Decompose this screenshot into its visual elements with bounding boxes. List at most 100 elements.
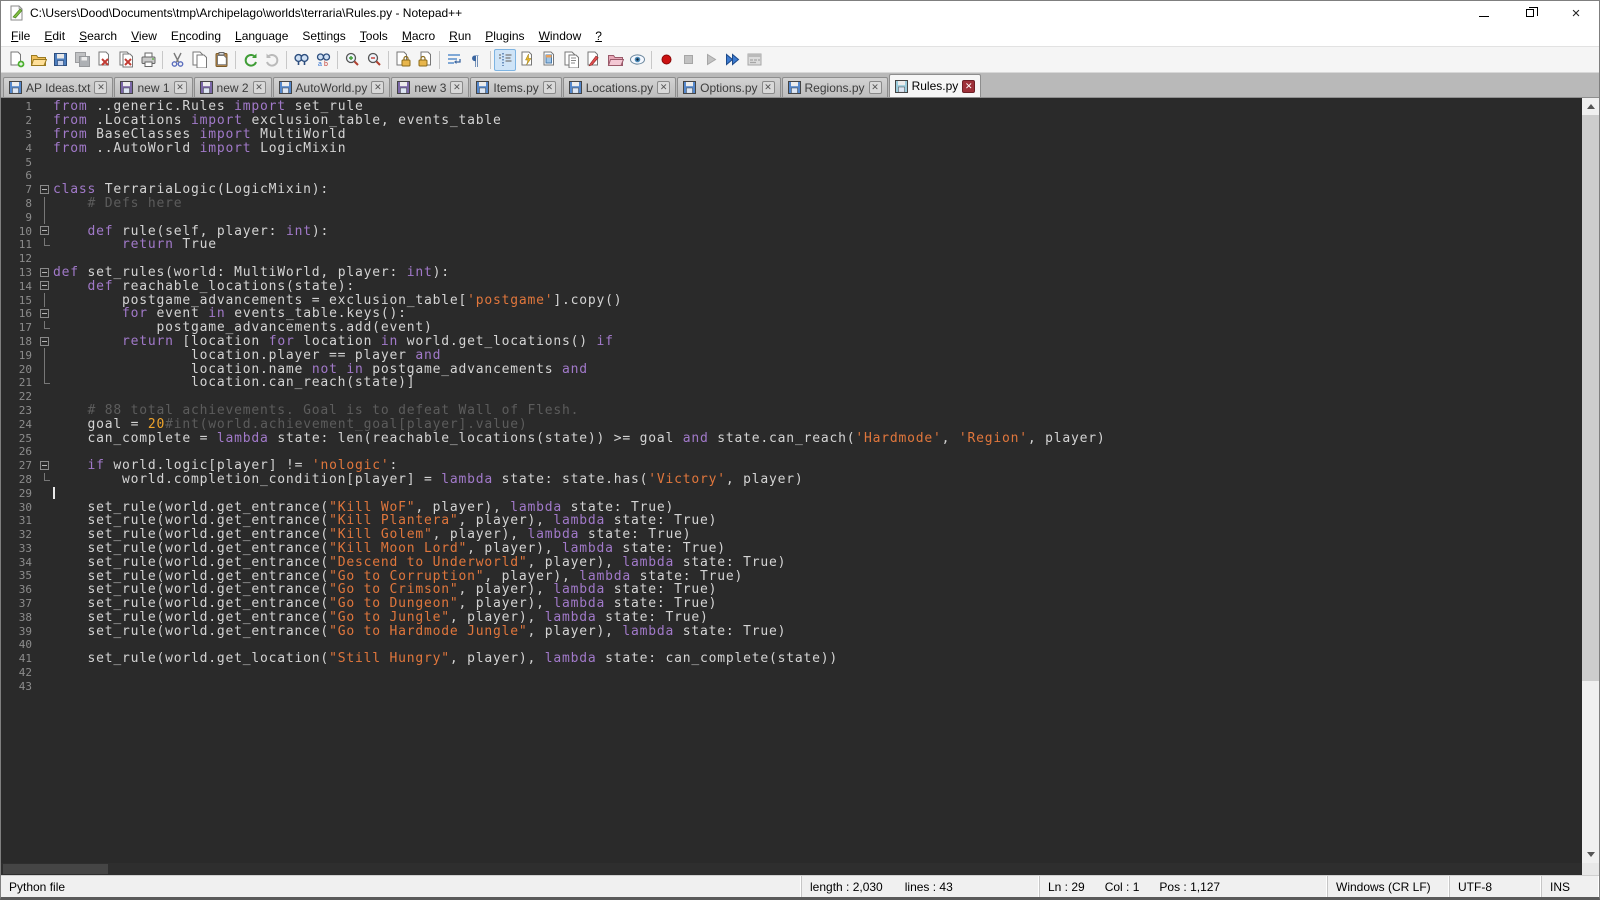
menu-run[interactable]: Run [442, 27, 478, 45]
zoom-out-button[interactable] [363, 49, 385, 71]
tab-new-3[interactable]: new 3✕ [391, 77, 469, 97]
fold-collapse-icon[interactable] [40, 268, 49, 277]
code-line-3[interactable]: 3from BaseClasses import MultiWorld [1, 128, 1582, 142]
indent-guide-button[interactable] [494, 49, 516, 71]
fold-margin[interactable] [37, 335, 53, 349]
tab-regions-py[interactable]: Regions.py✕ [782, 77, 888, 97]
undo-button[interactable] [239, 49, 261, 71]
code-line-14[interactable]: 14 def reachable_locations(state): [1, 279, 1582, 293]
restore-button[interactable] [1507, 1, 1553, 25]
code-line-34[interactable]: 34 set_rule(world.get_entrance("Descend … [1, 555, 1582, 569]
close-button[interactable]: × [1553, 1, 1599, 25]
tab-close-icon[interactable]: ✕ [869, 81, 882, 94]
vertical-scrollbar[interactable] [1582, 98, 1599, 863]
word-wrap-button[interactable] [443, 49, 465, 71]
function-list-button[interactable] [516, 49, 538, 71]
macro-record-button[interactable] [655, 49, 677, 71]
save-all-button[interactable] [71, 49, 93, 71]
print-button[interactable] [137, 49, 159, 71]
tab-close-icon[interactable]: ✕ [450, 81, 463, 94]
show-all-characters-button[interactable]: ¶ [465, 49, 487, 71]
fold-collapse-icon[interactable] [40, 226, 49, 235]
close-file-button[interactable] [93, 49, 115, 71]
code-line-8[interactable]: 8 # Defs here [1, 197, 1582, 211]
scroll-up-arrow[interactable] [1582, 98, 1599, 115]
menu-edit[interactable]: Edit [37, 27, 72, 45]
tab-new-2[interactable]: new 2✕ [194, 77, 272, 97]
fold-margin[interactable] [37, 224, 53, 238]
cut-button[interactable] [166, 49, 188, 71]
code-line-22[interactable]: 22 [1, 390, 1582, 404]
code-line-2[interactable]: 2from .Locations import exclusion_table,… [1, 114, 1582, 128]
minimize-button[interactable] [1461, 1, 1507, 25]
tab-items-py[interactable]: Items.py✕ [470, 77, 561, 97]
code-line-6[interactable]: 6 [1, 169, 1582, 183]
code-line-28[interactable]: 28 world.completion_condition[player] = … [1, 473, 1582, 487]
code-line-4[interactable]: 4from ..AutoWorld import LogicMixin [1, 141, 1582, 155]
fold-margin[interactable] [37, 266, 53, 280]
horizontal-scrollbar[interactable] [1, 863, 1582, 875]
horizontal-scrollbar-thumb[interactable] [3, 864, 108, 874]
tab-close-icon[interactable]: ✕ [253, 81, 266, 94]
sync-vertical-scroll-button[interactable] [392, 49, 414, 71]
macro-play-button[interactable] [699, 49, 721, 71]
menu-search[interactable]: Search [72, 27, 124, 45]
tab-close-icon[interactable]: ✕ [371, 81, 384, 94]
tab-close-icon[interactable]: ✕ [762, 81, 775, 94]
menu-tools[interactable]: Tools [353, 27, 395, 45]
macro-save-button[interactable] [743, 49, 765, 71]
code-line-11[interactable]: 11 return True [1, 238, 1582, 252]
tab-autoworld-py[interactable]: AutoWorld.py✕ [273, 77, 391, 97]
monitoring-button[interactable] [626, 49, 648, 71]
vertical-scrollbar-thumb[interactable] [1582, 115, 1599, 681]
code-line-16[interactable]: 16 for event in events_table.keys(): [1, 307, 1582, 321]
tab-close-icon[interactable]: ✕ [94, 81, 107, 94]
status-insert-mode[interactable]: INS [1542, 876, 1599, 897]
code-line-42[interactable]: 42 [1, 666, 1582, 680]
zoom-in-button[interactable] [341, 49, 363, 71]
redo-button[interactable] [261, 49, 283, 71]
code-line-9[interactable]: 9 [1, 210, 1582, 224]
code-line-27[interactable]: 27 if world.logic[player] != 'nologic': [1, 459, 1582, 473]
copy-button[interactable] [188, 49, 210, 71]
code-line-15[interactable]: 15 postgame_advancements = exclusion_tab… [1, 293, 1582, 307]
tab-new-1[interactable]: new 1✕ [114, 77, 192, 97]
code-line-18[interactable]: 18 return [location for location in worl… [1, 335, 1582, 349]
tab-options-py[interactable]: Options.py✕ [677, 77, 780, 97]
code-line-24[interactable]: 24 goal = 20#int(world.achievement_goal[… [1, 417, 1582, 431]
menu-plugins[interactable]: Plugins [478, 27, 531, 45]
find-button[interactable] [290, 49, 312, 71]
fold-margin[interactable] [37, 307, 53, 321]
tab-close-icon[interactable]: ✕ [962, 80, 975, 93]
fold-collapse-icon[interactable] [40, 281, 49, 290]
code-line-26[interactable]: 26 [1, 445, 1582, 459]
close-all-button[interactable] [115, 49, 137, 71]
open-file-button[interactable] [27, 49, 49, 71]
code-line-7[interactable]: 7class TerrariaLogic(LogicMixin): [1, 183, 1582, 197]
code-line-29[interactable]: 29 [1, 486, 1582, 500]
tab-ap-ideas-txt[interactable]: AP Ideas.txt✕ [3, 77, 113, 97]
code-view[interactable]: 1from ..generic.Rules import set_rule2fr… [1, 98, 1582, 863]
code-line-31[interactable]: 31 set_rule(world.get_entrance("Kill Pla… [1, 514, 1582, 528]
tab-locations-py[interactable]: Locations.py✕ [563, 77, 676, 97]
code-line-10[interactable]: 10 def rule(self, player: int): [1, 224, 1582, 238]
code-line-36[interactable]: 36 set_rule(world.get_entrance("Go to Cr… [1, 583, 1582, 597]
fold-margin[interactable] [37, 183, 53, 197]
fold-collapse-icon[interactable] [40, 337, 49, 346]
code-line-35[interactable]: 35 set_rule(world.get_entrance("Go to Co… [1, 569, 1582, 583]
code-line-39[interactable]: 39 set_rule(world.get_entrance("Go to Ha… [1, 624, 1582, 638]
menu-settings[interactable]: Settings [295, 27, 352, 45]
macro-run-multiple-button[interactable] [721, 49, 743, 71]
code-line-33[interactable]: 33 set_rule(world.get_entrance("Kill Moo… [1, 542, 1582, 556]
status-eol-format[interactable]: Windows (CR LF) [1328, 876, 1450, 897]
code-line-17[interactable]: 17 postgame_advancements.add(event) [1, 321, 1582, 335]
menu-file[interactable]: File [4, 27, 37, 45]
code-line-1[interactable]: 1from ..generic.Rules import set_rule [1, 100, 1582, 114]
code-line-38[interactable]: 38 set_rule(world.get_entrance("Go to Ju… [1, 610, 1582, 624]
code-line-40[interactable]: 40 [1, 638, 1582, 652]
file-browser-button[interactable] [582, 49, 604, 71]
fold-collapse-icon[interactable] [40, 461, 49, 470]
menu-macro[interactable]: Macro [395, 27, 442, 45]
macro-stop-button[interactable] [677, 49, 699, 71]
code-line-37[interactable]: 37 set_rule(world.get_entrance("Go to Du… [1, 597, 1582, 611]
